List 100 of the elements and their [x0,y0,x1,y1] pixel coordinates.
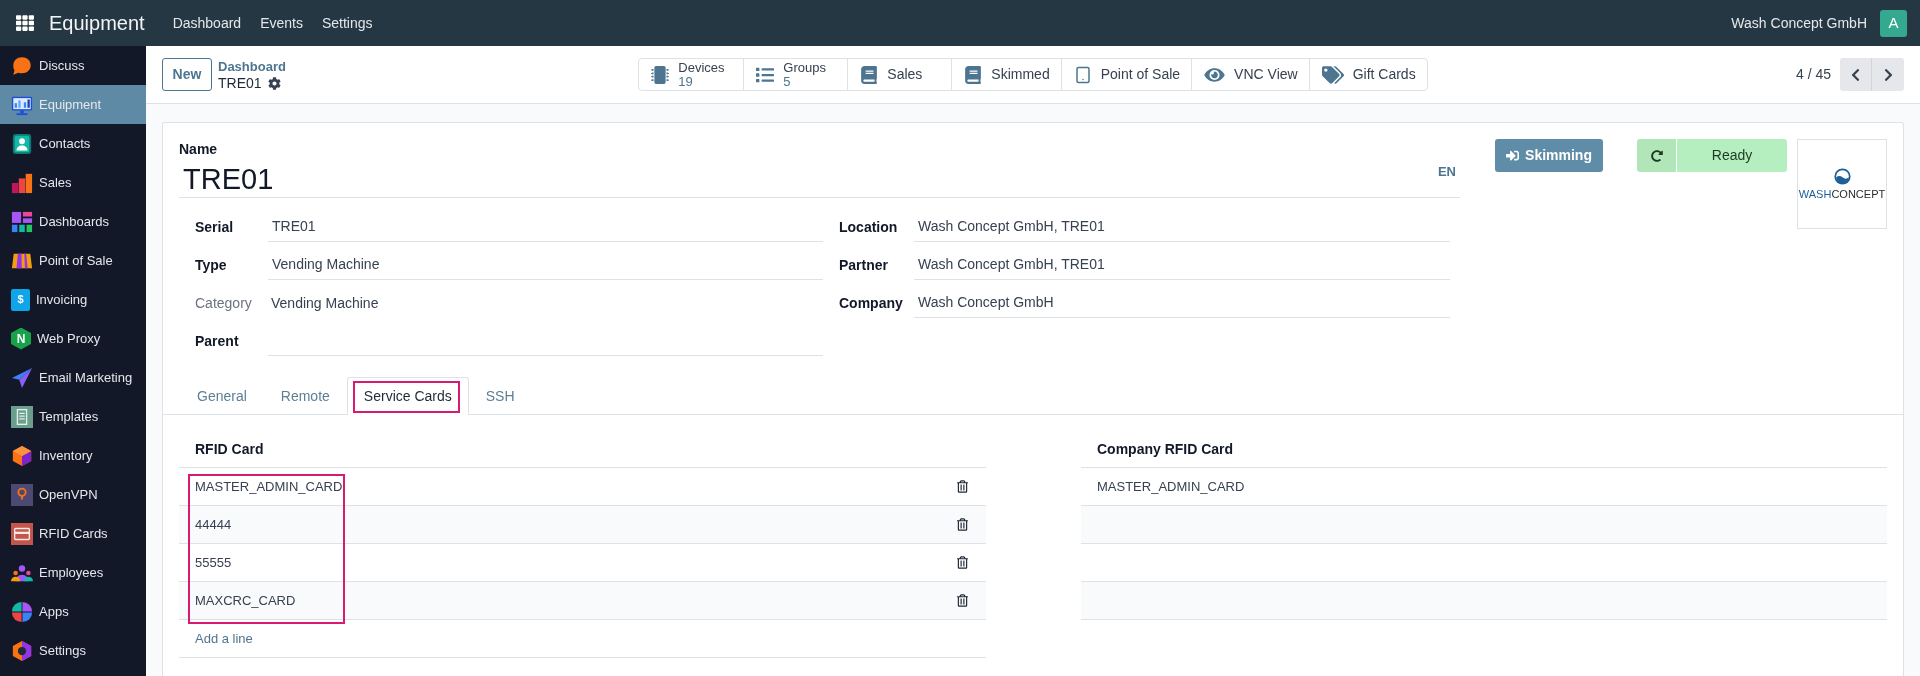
refresh-button[interactable] [1637,139,1676,172]
table-cell-text: MASTER_ADMIN_CARD [195,477,343,496]
sidebar-item[interactable]: Discuss [0,46,146,85]
hexagon-letter-icon: N [11,327,31,350]
pager-value: 4 / 45 [1795,65,1831,84]
sidebar-item[interactable]: Contacts [0,124,146,163]
book-icon [860,65,879,84]
delete-button[interactable] [956,517,968,532]
field-value: Vending Machine [270,293,379,313]
chip-icon [651,65,670,84]
smart-button[interactable]: Sales [847,59,952,90]
menu-item[interactable]: Events [260,12,303,34]
table-cell-text: 55555 [195,553,232,572]
company-name[interactable]: Wash Concept GmbH [1731,12,1867,34]
bar-chart-icon [11,171,33,194]
app-title: Equipment [49,11,145,36]
tab[interactable]: Service Cards [346,377,469,415]
status-indicator: Ready [1677,139,1787,172]
trash-icon [956,480,968,493]
eye-icon [1204,65,1226,84]
table-cell-text: MAXCRC_CARD [195,591,296,610]
menu-item[interactable]: Settings [321,12,373,34]
wave-emblem-icon [1833,167,1851,185]
sidebar-item[interactable]: Sales [0,163,146,202]
trash-icon [956,594,968,607]
sidebar-item[interactable]: Templates [0,397,146,436]
input-field[interactable]: TRE01 [268,212,823,242]
table-row[interactable]: 44444 [179,506,986,544]
sidebar-item[interactable]: N Web Proxy [0,319,146,358]
sidebar-item[interactable]: Settings [0,631,146,670]
tablet-icon [1073,65,1092,84]
sidebar-item[interactable]: RFID Cards [0,514,146,553]
hexagon-ring-icon [11,639,33,662]
smart-button[interactable]: VNC View [1191,59,1309,90]
sidebar-item[interactable]: Employees [0,553,146,592]
sidebar-item[interactable]: $ Invoicing [0,280,146,319]
field-label: Partner [839,255,890,275]
smart-button[interactable]: Groups 5 [743,59,848,90]
list-icon [756,65,775,84]
smart-button[interactable]: Skimmed [951,59,1061,90]
breadcrumb-link[interactable]: Dashboard [218,57,286,75]
sidebar-item[interactable]: Point of Sale [0,241,146,280]
sidebar-item[interactable]: Apps [0,592,146,631]
language-button[interactable]: EN [1437,163,1456,181]
menu-item[interactable]: Dashboard [172,12,242,34]
logo-wordmark: WASHCONCEPT [1798,187,1886,201]
cube-icon [11,444,33,467]
name-field[interactable]: TRE01 [179,161,1438,197]
next-button[interactable] [1872,58,1904,91]
input-field[interactable]: Wash Concept GmbH, TRE01 [914,212,1450,242]
skimming-button[interactable]: Skimming [1495,139,1603,172]
chevron-right-icon [1882,67,1894,82]
tile-grid-icon [11,210,33,233]
new-button[interactable]: New [162,58,212,91]
sidebar-item[interactable]: Email Marketing [0,358,146,397]
input-field[interactable]: Vending Machine [268,250,823,280]
tab[interactable]: General [180,377,264,415]
document-tile-icon [11,405,33,428]
field-label: Location [839,217,899,237]
settings-icon[interactable] [267,76,281,90]
grid-icon[interactable] [16,14,34,32]
trash-icon [956,518,968,531]
delete-button[interactable] [956,555,968,570]
add-line-link[interactable]: Add a line [195,628,253,649]
field-label: Serial [195,217,235,237]
input-field[interactable]: Wash Concept GmbH, TRE01 [914,250,1450,280]
previous-button[interactable] [1840,58,1872,91]
field-label: Category [195,293,253,313]
document-letter-icon: $ [11,288,30,311]
delete-button[interactable] [956,593,968,608]
tab[interactable]: SSH [468,377,532,415]
keyhole-tile-icon [11,483,33,506]
book-icon [964,65,983,84]
tags-icon [1321,65,1344,84]
breadcrumb-current: TRE01 [218,74,262,92]
trash-icon [956,556,968,569]
speech-bubble-icon [11,54,33,77]
field-label: Type [195,255,228,275]
quadrant-circle-icon [11,600,33,623]
field-label: Parent [195,331,240,351]
column-header: RFID Card [195,440,264,459]
delete-button[interactable] [956,479,968,494]
sidebar-item[interactable]: Inventory [0,436,146,475]
sidebar-item[interactable]: Dashboards [0,202,146,241]
smart-button[interactable]: Devices 19 [639,59,744,90]
table-cell-text: 44444 [195,515,232,534]
card-tile-icon [11,522,33,545]
sidebar-item[interactable]: OpenVPN [0,475,146,514]
table-row[interactable]: MAXCRC_CARD [179,582,986,620]
tab[interactable]: Remote [263,377,347,415]
input-field[interactable]: Wash Concept GmbH [914,288,1450,318]
smart-button[interactable]: Gift Cards [1308,59,1427,90]
sign-in-icon [1506,149,1520,162]
field-label: Company [839,293,904,313]
paper-plane-icon [11,366,33,389]
refresh-icon [1650,149,1663,162]
column-header: Company RFID Card [1097,440,1234,459]
contact-card-icon [11,132,33,155]
table-cell-text: MASTER_ADMIN_CARD [1097,477,1245,496]
smart-button[interactable]: Point of Sale [1060,59,1192,90]
